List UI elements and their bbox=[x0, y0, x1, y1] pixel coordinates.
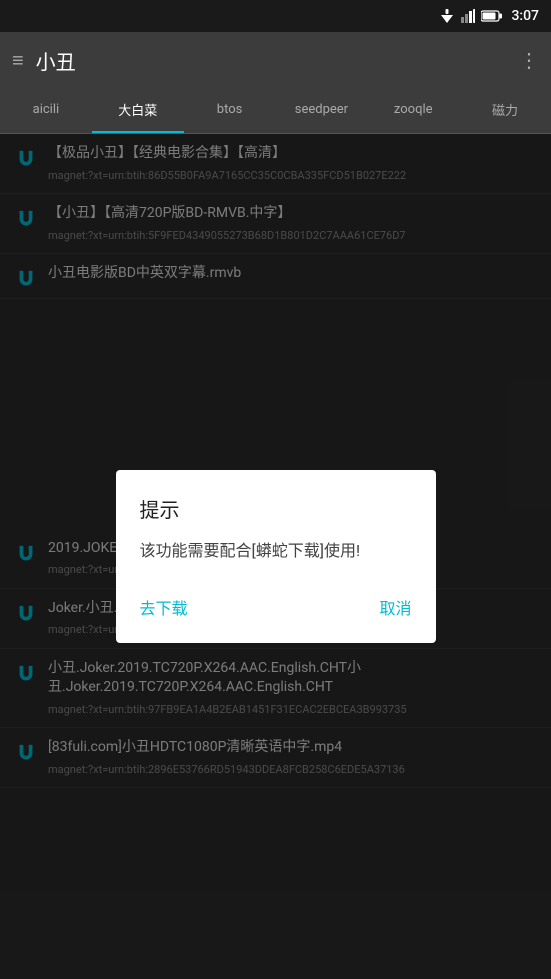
status-bar: 3:07 bbox=[0, 0, 551, 32]
dialog-overlay: 提示 该功能需要配合[蟒蛇下载]使用! 去下载 取消 bbox=[0, 134, 551, 979]
tab-cili[interactable]: 磁力 bbox=[459, 88, 551, 133]
dialog-message: 该功能需要配合[蟒蛇下载]使用! bbox=[140, 539, 412, 563]
dialog: 提示 该功能需要配合[蟒蛇下载]使用! 去下载 取消 bbox=[116, 470, 436, 643]
battery-icon bbox=[481, 10, 503, 22]
status-icons bbox=[439, 9, 503, 23]
tab-seedpeer[interactable]: seedpeer bbox=[275, 88, 367, 133]
more-icon[interactable]: ⋮ bbox=[519, 48, 539, 72]
content-area: 【极品小丑】【经典电影合集】【高清】 magnet:?xt=urn:btih:8… bbox=[0, 134, 551, 979]
tab-aicili[interactable]: aicili bbox=[0, 88, 92, 133]
dialog-confirm-button[interactable]: 去下载 bbox=[140, 587, 188, 627]
toolbar: ≡ 小丑 ⋮ bbox=[0, 32, 551, 88]
tab-zooqle[interactable]: zooqle bbox=[367, 88, 459, 133]
dialog-title: 提示 bbox=[140, 494, 412, 523]
toolbar-title: 小丑 bbox=[36, 46, 507, 75]
status-time: 3:07 bbox=[511, 8, 539, 24]
tab-btos[interactable]: btos bbox=[184, 88, 276, 133]
menu-icon[interactable]: ≡ bbox=[12, 48, 24, 73]
tabs: aicili 大白菜 btos seedpeer zooqle 磁力 bbox=[0, 88, 551, 134]
tab-dabaicai[interactable]: 大白菜 bbox=[92, 88, 184, 133]
dialog-cancel-button[interactable]: 取消 bbox=[379, 587, 411, 627]
signal-icon bbox=[461, 9, 475, 23]
dialog-actions: 去下载 取消 bbox=[140, 587, 412, 627]
wifi-icon bbox=[439, 9, 455, 23]
